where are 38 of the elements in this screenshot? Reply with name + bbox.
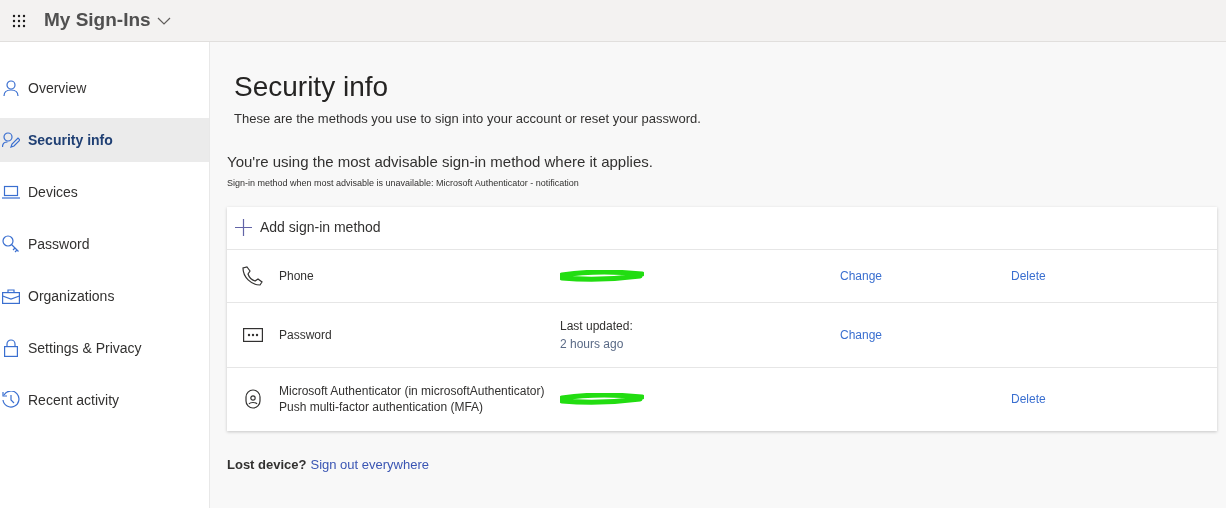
- person-pen-icon: [2, 132, 20, 148]
- sidebar-item[interactable]: Settings & Privacy: [0, 326, 209, 370]
- method-name: Push multi-factor authentication (MFA): [279, 399, 485, 415]
- lost-device-label: Lost device?: [227, 455, 307, 474]
- sidebar-item[interactable]: Organizations: [0, 274, 209, 318]
- last-updated-value: 2 hours ago: [560, 335, 625, 353]
- advisory-note: Sign-in method when most advisable is unavailable: Microsoft Authenticator - notification: [227, 177, 580, 190]
- method-name: Microsoft Authenticator (in microsoftAuthenticator): [279, 383, 546, 399]
- sidebar-item[interactable]: Security info: [0, 118, 209, 162]
- page-title: Security info: [234, 70, 390, 104]
- delete-link[interactable]: Delete: [1011, 392, 1046, 406]
- password-icon: [243, 327, 263, 342]
- method-name: Password: [279, 326, 333, 343]
- phone-icon: [242, 265, 264, 286]
- page-subtitle: These are the methods you use to sign into your account or reset your password.: [234, 110, 702, 128]
- method-name: Phone: [279, 267, 315, 284]
- sidebar-item[interactable]: Recent activity: [0, 378, 209, 422]
- add-method-button[interactable]: Add sign-in method: [227, 206, 1217, 249]
- app-title: My Sign-Ins: [44, 8, 151, 33]
- person-icon: [3, 80, 19, 96]
- sidebar-item[interactable]: Password: [0, 222, 209, 266]
- history-icon: [2, 391, 20, 409]
- change-link[interactable]: Change: [840, 268, 883, 283]
- delete-link[interactable]: Delete: [1011, 268, 1046, 283]
- app-launcher-icon[interactable]: [10, 12, 27, 29]
- briefcase-icon: [2, 288, 20, 304]
- sidebar-item[interactable]: Overview: [0, 66, 209, 110]
- change-link[interactable]: Change: [840, 327, 883, 342]
- laptop-icon: [2, 185, 20, 199]
- plus-icon: [235, 219, 252, 236]
- chevron-down-icon[interactable]: [156, 16, 171, 25]
- advisory-text: You're using the most advisable sign-in method where it applies.: [227, 151, 654, 172]
- authenticator-icon: [245, 389, 261, 409]
- sign-out-everywhere-link[interactable]: Sign out everywhere: [310, 454, 429, 474]
- sidebar-item[interactable]: Devices: [0, 170, 209, 214]
- lock-icon: [4, 339, 18, 357]
- last-updated-label: Last updated:: [560, 317, 634, 335]
- key-icon: [2, 235, 20, 253]
